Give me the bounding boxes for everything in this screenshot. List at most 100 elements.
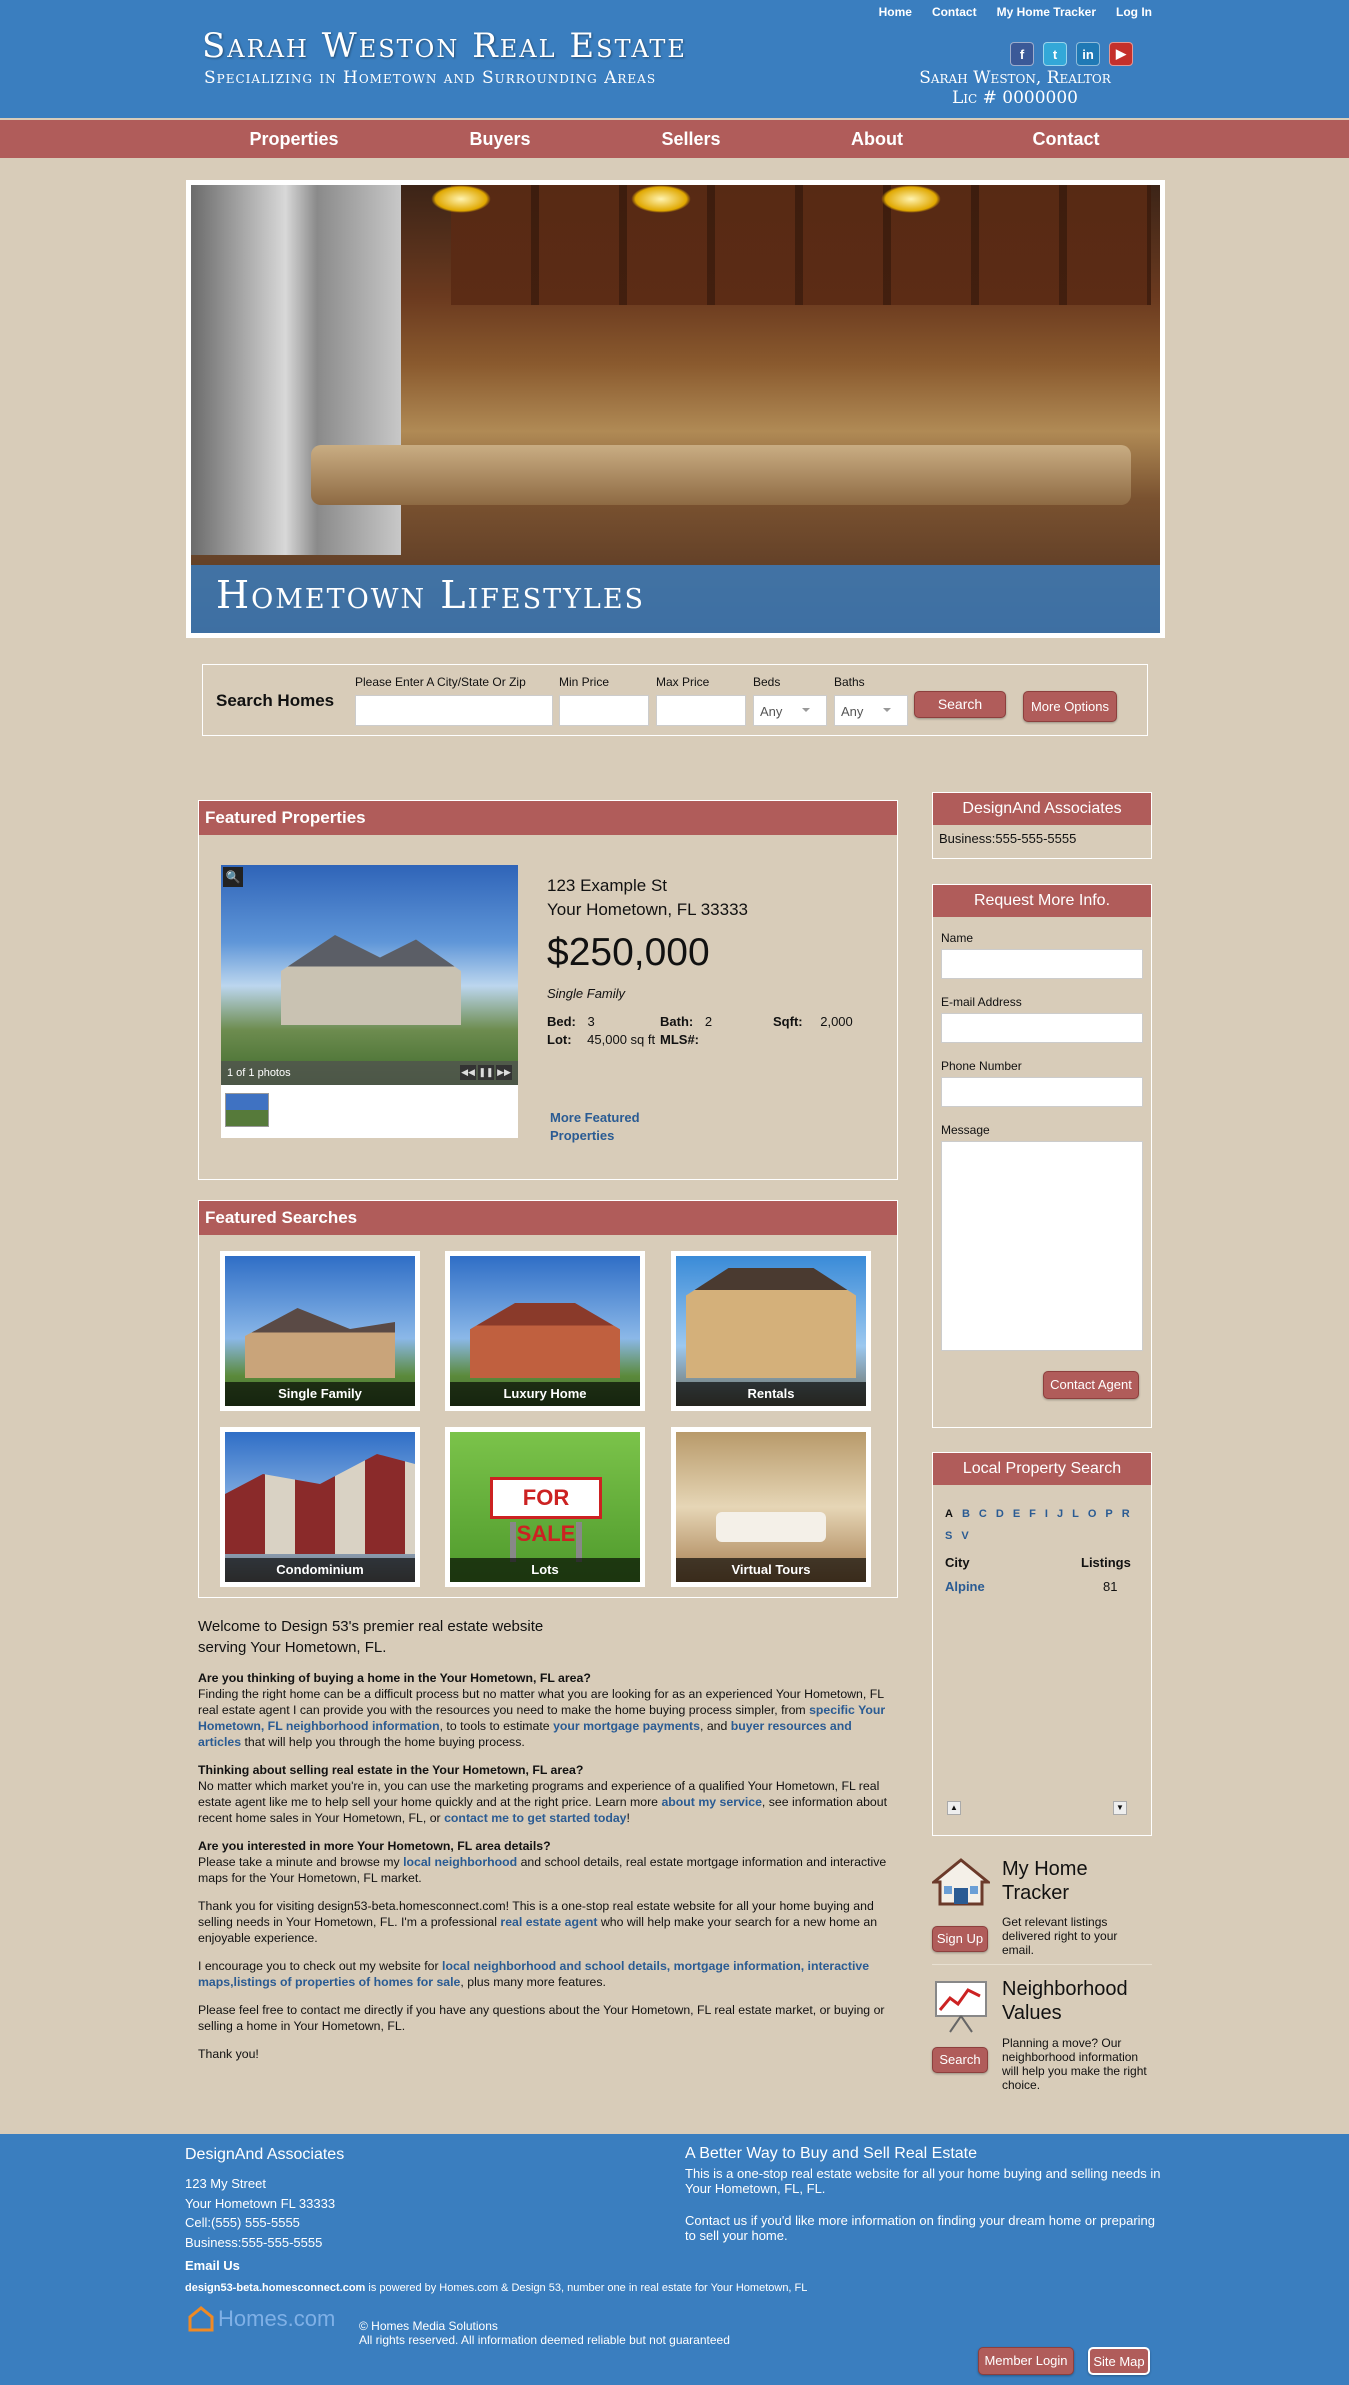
request-info-form: Request More Info. Name E-mail Address P… bbox=[932, 884, 1152, 1428]
contact-me-link[interactable]: contact me to get started today bbox=[444, 1811, 626, 1825]
linkedin-icon[interactable]: in bbox=[1076, 42, 1100, 66]
kitchen-image: Hometown Lifestyles bbox=[191, 185, 1160, 633]
nav-contact[interactable]: Contact bbox=[1033, 129, 1100, 150]
letter-link[interactable]: D bbox=[996, 1508, 1005, 1520]
city-link-alpine[interactable]: Alpine bbox=[945, 1579, 985, 1594]
footer-city: Your Hometown FL 33333 bbox=[185, 2196, 336, 2211]
letter-link[interactable]: F bbox=[1029, 1508, 1037, 1520]
homes-com-logo[interactable]: Homes.com bbox=[188, 2306, 335, 2332]
phone-input[interactable] bbox=[941, 1077, 1143, 1107]
location-label: Please Enter A City/State Or Zip bbox=[355, 675, 526, 689]
contact-agent-button[interactable]: Contact Agent bbox=[1043, 1371, 1139, 1399]
search-title: Search Homes bbox=[216, 691, 335, 710]
nav-sellers[interactable]: Sellers bbox=[661, 129, 720, 150]
featured-searches-heading: Featured Searches bbox=[199, 1201, 897, 1235]
real-estate-agent-link[interactable]: real estate agent bbox=[500, 1915, 597, 1929]
zoom-icon[interactable]: 🔍 bbox=[223, 867, 243, 887]
top-link-home-tracker[interactable]: My Home Tracker bbox=[997, 5, 1096, 19]
pause-icon[interactable]: ❚❚ bbox=[478, 1065, 494, 1080]
youtube-icon[interactable]: ▶ bbox=[1109, 42, 1133, 66]
letter-link[interactable]: R bbox=[1122, 1508, 1131, 1520]
beds-label: Beds bbox=[753, 675, 781, 689]
letter-link[interactable]: P bbox=[1105, 1508, 1113, 1520]
nav-buyers[interactable]: Buyers bbox=[469, 129, 530, 150]
letter-link[interactable]: O bbox=[1088, 1508, 1098, 1520]
footer-email-link[interactable]: Email Us bbox=[185, 2258, 240, 2273]
property-thumbnail[interactable] bbox=[225, 1093, 269, 1127]
city-listings-count: 81 bbox=[1103, 1579, 1118, 1594]
tile-label: Single Family bbox=[225, 1382, 415, 1406]
property-type: Single Family bbox=[547, 986, 626, 1001]
search-tile-lots[interactable]: FOR SALE Lots bbox=[445, 1427, 645, 1587]
letter-link[interactable]: J bbox=[1057, 1508, 1064, 1520]
lot-detail: Lot: 45,000 sq ft bbox=[547, 1032, 656, 1047]
letter-link[interactable]: B bbox=[962, 1508, 971, 1520]
max-price-input[interactable] bbox=[656, 695, 746, 726]
top-link-home[interactable]: Home bbox=[879, 5, 912, 19]
main-nav: Properties Buyers Sellers About Contact bbox=[0, 120, 1349, 158]
alphabet-filter: ABCDEFIJLOPR SV bbox=[945, 1503, 1145, 1547]
bed-detail: Bed: 3 bbox=[547, 1014, 595, 1029]
min-price-input[interactable] bbox=[559, 695, 649, 726]
divider bbox=[932, 1964, 1152, 1965]
search-tile-rentals[interactable]: Rentals bbox=[671, 1251, 871, 1411]
neighborhood-values-title: Neighborhood Values bbox=[1002, 1978, 1128, 2024]
scroll-down-icon[interactable]: ▼ bbox=[1113, 1801, 1127, 1815]
letter-link[interactable]: A bbox=[945, 1508, 954, 1520]
top-link-login[interactable]: Log In bbox=[1116, 5, 1152, 19]
email-input[interactable] bbox=[941, 1013, 1143, 1043]
baths-select[interactable]: Any bbox=[834, 695, 908, 726]
mortgage-payments-link[interactable]: your mortgage payments bbox=[553, 1719, 700, 1733]
site-map-button[interactable]: Site Map bbox=[1088, 2347, 1150, 2375]
letter-link[interactable]: I bbox=[1045, 1508, 1049, 1520]
name-input[interactable] bbox=[941, 949, 1143, 979]
photo-counter: 1 of 1 photos bbox=[227, 1067, 291, 1079]
property-price: $250,000 bbox=[547, 931, 710, 974]
bath-detail: Bath: 2 bbox=[660, 1014, 713, 1029]
company-heading: DesignAnd Associates bbox=[933, 793, 1151, 825]
member-login-button[interactable]: Member Login bbox=[978, 2347, 1074, 2375]
nav-about[interactable]: About bbox=[851, 129, 903, 150]
nav-properties[interactable]: Properties bbox=[249, 129, 338, 150]
letter-link[interactable]: L bbox=[1072, 1508, 1080, 1520]
article-signoff: Thank you! bbox=[198, 2047, 259, 2061]
featured-properties-panel: Featured Properties 🔍 1 of 1 photos ◀◀ ❚… bbox=[198, 800, 898, 1180]
letter-link[interactable]: E bbox=[1013, 1508, 1021, 1520]
search-button[interactable]: Search bbox=[914, 691, 1006, 718]
neighborhood-search-button[interactable]: Search bbox=[932, 2047, 988, 2073]
neighborhood-values-description: Planning a move? Our neighborhood inform… bbox=[1002, 2036, 1147, 2092]
phone-label: Phone Number bbox=[941, 1059, 1022, 1073]
letter-link[interactable]: S bbox=[945, 1530, 953, 1542]
site-title[interactable]: Sarah Weston Real Estate bbox=[202, 26, 687, 66]
social-links: f t in ▶ bbox=[1010, 42, 1133, 66]
search-tile-luxury-home[interactable]: Luxury Home bbox=[445, 1251, 645, 1411]
local-neighborhood-link[interactable]: local neighborhood bbox=[403, 1855, 517, 1869]
more-featured-properties-link[interactable]: More Featured Properties bbox=[550, 1109, 640, 1145]
max-price-label: Max Price bbox=[656, 675, 710, 689]
letter-link[interactable]: V bbox=[961, 1530, 969, 1542]
hero-caption: Hometown Lifestyles bbox=[216, 573, 646, 617]
footer-right-paragraph-2: Contact us if you'd like more informatio… bbox=[685, 2213, 1155, 2243]
search-tile-single-family[interactable]: Single Family bbox=[220, 1251, 420, 1411]
message-textarea[interactable] bbox=[941, 1141, 1143, 1351]
next-photo-icon[interactable]: ▶▶ bbox=[496, 1065, 512, 1080]
beds-select[interactable]: Any bbox=[753, 695, 827, 726]
property-address[interactable]: 123 Example St Your Hometown, FL 33333 bbox=[547, 874, 748, 922]
more-options-button[interactable]: More Options bbox=[1023, 691, 1117, 722]
search-tile-condominium[interactable]: Condominium bbox=[220, 1427, 420, 1587]
about-service-link[interactable]: about my service bbox=[661, 1795, 761, 1809]
twitter-icon[interactable]: t bbox=[1043, 42, 1067, 66]
top-link-contact[interactable]: Contact bbox=[932, 5, 977, 19]
article-paragraph-thanks: Thank you for visiting design53-beta.hom… bbox=[198, 1899, 878, 1945]
sign-up-button[interactable]: Sign Up bbox=[932, 1926, 988, 1952]
prev-photo-icon[interactable]: ◀◀ bbox=[460, 1065, 476, 1080]
city-column-header: City bbox=[945, 1555, 970, 1570]
footer-business: Business:555-555-5555 bbox=[185, 2235, 323, 2250]
realtor-name: Sarah Weston, Realtor bbox=[919, 68, 1111, 88]
location-input[interactable] bbox=[355, 695, 553, 726]
search-tile-virtual-tours[interactable]: Virtual Tours bbox=[671, 1427, 871, 1587]
facebook-icon[interactable]: f bbox=[1010, 42, 1034, 66]
scroll-up-icon[interactable]: ▲ bbox=[947, 1801, 961, 1815]
letter-link[interactable]: C bbox=[979, 1508, 988, 1520]
property-photo[interactable]: 🔍 1 of 1 photos ◀◀ ❚❚ ▶▶ bbox=[221, 865, 518, 1085]
